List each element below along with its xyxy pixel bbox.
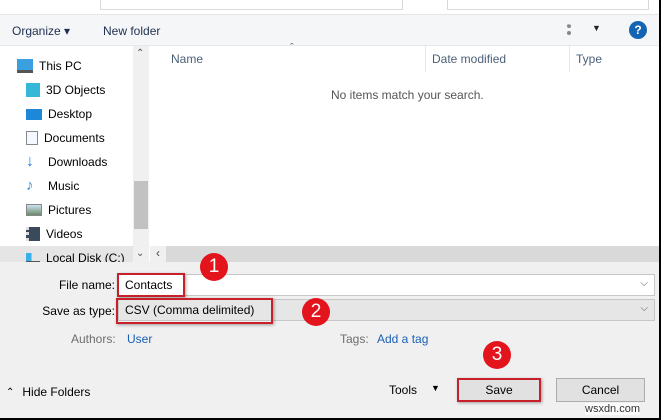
nav-item-this-pc[interactable]: This PC [0, 54, 133, 78]
save-type-label: Save as type: [42, 304, 115, 318]
empty-message: No items match your search. [331, 88, 484, 102]
nav-label: This PC [39, 59, 82, 73]
sort-ascending-icon: ˆ [290, 42, 294, 54]
column-name[interactable]: Name [171, 52, 203, 66]
download-icon: ↓ [26, 153, 34, 170]
scroll-thumb[interactable] [134, 181, 148, 229]
nav-item-3d-objects[interactable]: 3D Objects [0, 78, 133, 102]
nav-label: Desktop [48, 107, 93, 121]
save-button[interactable]: Save [457, 378, 541, 402]
document-icon [26, 131, 38, 145]
chevron-down-icon[interactable]: ⌵ [640, 278, 648, 289]
nav-label: Music [48, 179, 80, 193]
tools-button[interactable]: Tools [389, 383, 417, 397]
nav-item-desktop[interactable]: Desktop [0, 102, 133, 126]
address-strip [0, 0, 659, 15]
view-dropdown-icon[interactable]: ▼ [592, 23, 601, 33]
annotation-marker-1: 1 [200, 253, 228, 281]
column-type[interactable]: Type [576, 52, 602, 66]
file-name-input[interactable]: Contacts ⌵ [118, 274, 655, 296]
nav-item-downloads[interactable]: ↓ Downloads [0, 150, 133, 174]
nav-label: 3D Objects [46, 83, 106, 97]
nav-item-documents[interactable]: Documents [0, 126, 133, 150]
hide-folders-button[interactable]: ⌃ Hide Folders [6, 385, 90, 399]
annotation-box-1 [117, 273, 185, 297]
column-divider[interactable] [569, 46, 570, 72]
nav-label: Pictures [48, 203, 92, 217]
scroll-down-icon[interactable]: ⌄ [136, 248, 144, 259]
file-name-label: File name: [58, 278, 115, 292]
view-details-icon[interactable] [567, 24, 581, 35]
scroll-left-icon[interactable]: ‹ [150, 246, 166, 262]
computer-icon [17, 59, 33, 73]
nav-label: Documents [44, 131, 105, 145]
nav-label: Videos [46, 227, 83, 241]
nav-scrollbar[interactable]: ⌃ ⌄ [133, 46, 149, 262]
nav-item-videos[interactable]: Videos [0, 222, 133, 246]
address-bar[interactable] [100, 0, 403, 10]
search-box[interactable] [447, 0, 649, 10]
tools-dropdown-icon[interactable]: ▼ [431, 383, 440, 393]
hide-folders-label: Hide Folders [22, 385, 91, 399]
nav-label: Downloads [48, 155, 108, 169]
tags-input[interactable]: Add a tag [377, 332, 428, 346]
column-divider[interactable] [425, 46, 426, 72]
music-icon: ♪ [26, 177, 34, 194]
annotation-box-2 [116, 298, 273, 324]
cancel-label: Cancel [581, 383, 620, 397]
column-date-modified[interactable]: Date modified [432, 52, 506, 66]
chevron-down-icon[interactable]: ⌵ [640, 303, 648, 314]
nav-item-pictures[interactable]: Pictures [0, 198, 133, 222]
videos-icon [26, 227, 40, 241]
authors-value[interactable]: User [127, 332, 152, 346]
navigation-pane: This PC 3D Objects Desktop Documents ↓ Do… [0, 46, 133, 270]
authors-label: Authors: [71, 332, 116, 346]
cube-icon [26, 83, 40, 97]
annotation-marker-3: 3 [483, 341, 511, 369]
save-label: Save [485, 383, 513, 397]
nav-item-music[interactable]: ♪ Music [0, 174, 133, 198]
chevron-up-icon: ⌃ [6, 386, 15, 398]
annotation-marker-2: 2 [302, 298, 330, 326]
toolbar: Organize ▾ New folder ▼ ? [0, 15, 659, 46]
tags-label: Tags: [340, 332, 369, 346]
save-as-dialog: Organize ▾ New folder ▼ ? This PC 3D Obj… [0, 0, 659, 418]
cancel-button[interactable]: Cancel [556, 378, 645, 402]
file-list: ˆ Name Date modified Type No items match… [150, 42, 659, 246]
help-icon[interactable]: ? [629, 21, 647, 39]
organize-button[interactable]: Organize ▾ [12, 24, 70, 38]
scroll-up-icon[interactable]: ⌃ [136, 48, 144, 59]
desktop-icon [26, 108, 42, 120]
pictures-icon [26, 204, 42, 216]
new-folder-button[interactable]: New folder [103, 24, 160, 38]
watermark: wsxdn.com [585, 403, 641, 415]
